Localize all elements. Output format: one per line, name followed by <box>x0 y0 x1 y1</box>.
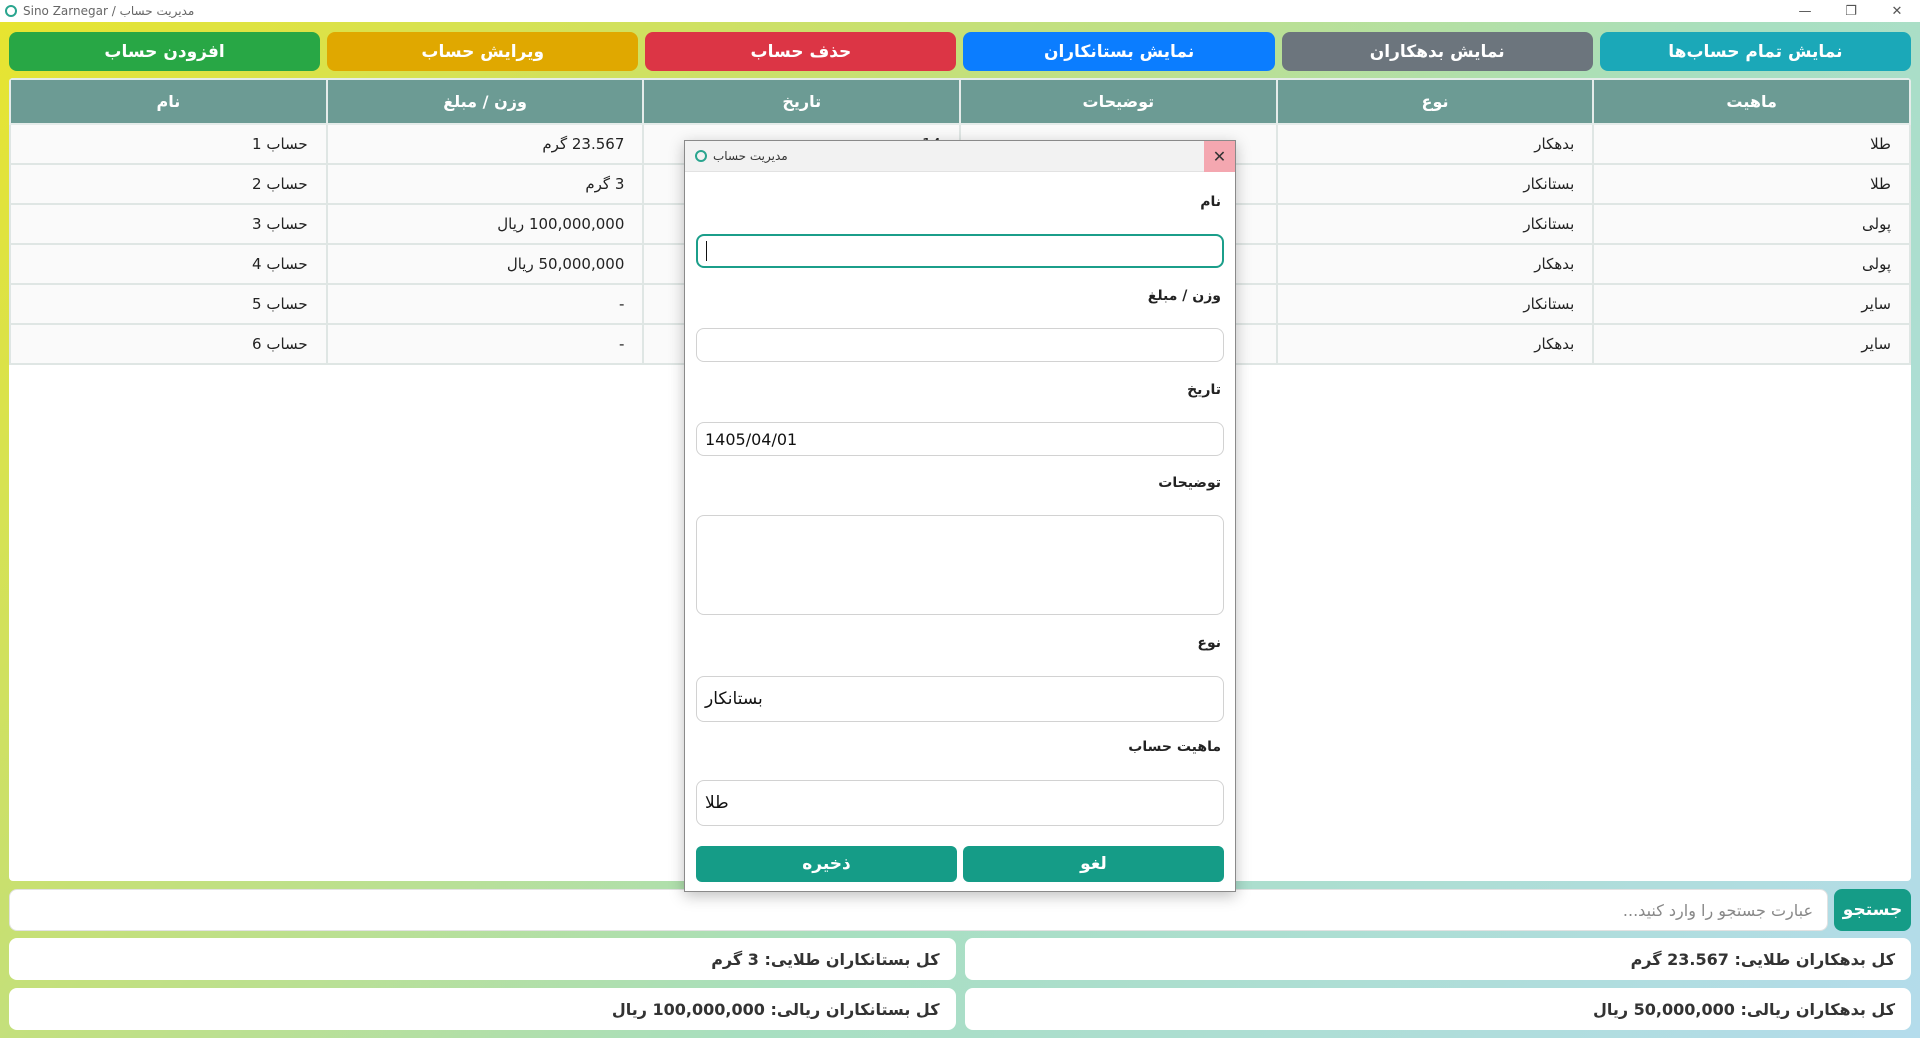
rial-creditors-total: کل بستانکاران ریالی: 100,000,000 ریال <box>9 988 956 1030</box>
nature-label: ماهیت حساب <box>1128 739 1221 755</box>
column-header-description[interactable]: توضیحات <box>959 78 1278 125</box>
search-button[interactable]: جستجو <box>1834 889 1911 931</box>
date-label: تاریخ <box>1187 382 1221 398</box>
cell-amount: 3 گرم <box>325 163 645 205</box>
summary-rial: کل بدهکاران ریالی: 50,000,000 ریال کل بس… <box>9 988 1911 1030</box>
window-controls: — ❐ ✕ <box>1782 0 1920 22</box>
cell-nature: پولی <box>1592 243 1911 285</box>
nature-value: طلا <box>705 793 729 813</box>
cell-nature: طلا <box>1592 123 1911 165</box>
show-all-accounts-button[interactable]: نمایش تمام حساب‌ها <box>1599 32 1911 71</box>
dialog-title: مدیریت حساب <box>713 149 788 163</box>
title-bar: Sino Zarnegar / مدیریت حساب — ❐ ✕ <box>0 0 1920 22</box>
toolbar: نمایش تمام حساب‌ها نمایش بدهکاران نمایش … <box>8 32 1911 71</box>
description-textarea[interactable] <box>696 515 1224 615</box>
cell-type: بدهکار <box>1275 323 1595 365</box>
show-debtors-button[interactable]: نمایش بدهکاران <box>1281 32 1593 71</box>
cell-amount: - <box>325 283 645 325</box>
cell-name: حساب 6 <box>9 323 328 365</box>
show-creditors-button[interactable]: نمایش بستانکاران <box>963 32 1275 71</box>
close-window-button[interactable]: ✕ <box>1874 0 1920 22</box>
delete-account-button[interactable]: حذف حساب <box>645 32 957 71</box>
edit-account-button[interactable]: ویرایش حساب <box>327 32 639 71</box>
save-button[interactable]: ذخیره <box>696 846 957 882</box>
cancel-button[interactable]: لغو <box>963 846 1224 882</box>
date-value: 1405/04/01 <box>705 429 798 449</box>
date-input[interactable]: 1405/04/01 <box>696 422 1224 456</box>
dialog-title-bar: مدیریت حساب ✕ <box>685 141 1235 172</box>
column-header-nature[interactable]: ماهیت <box>1592 78 1911 125</box>
cell-name: حساب 4 <box>9 243 328 285</box>
cell-nature: پولی <box>1592 203 1911 245</box>
cell-type: بستانکار <box>1275 283 1595 325</box>
amount-input[interactable] <box>696 328 1224 362</box>
nature-select[interactable]: طلا <box>696 780 1224 826</box>
gold-creditors-total: کل بستانکاران طلایی: 3 گرم <box>9 938 956 980</box>
cell-amount: 100,000,000 ریال <box>325 203 645 245</box>
dialog-body: نام وزن / مبلغ تاریخ 1405/04/01 توضیحات … <box>685 172 1235 892</box>
gold-debtors-total: کل بدهکاران طلایی: 23.567 گرم <box>964 938 1911 980</box>
type-select[interactable]: بستانکار <box>696 676 1224 722</box>
summary-gold: کل بدهکاران طلایی: 23.567 گرم کل بستانکا… <box>9 938 1911 980</box>
restore-button[interactable]: ❐ <box>1828 0 1874 22</box>
type-value: بستانکار <box>705 689 763 709</box>
add-account-button[interactable]: افزودن حساب <box>8 32 321 71</box>
cell-name: حساب 2 <box>9 163 328 205</box>
rial-debtors-total: کل بدهکاران ریالی: 50,000,000 ریال <box>964 988 1911 1030</box>
cell-nature: سایر <box>1592 323 1911 365</box>
cell-name: حساب 1 <box>9 123 328 165</box>
column-header-name[interactable]: نام <box>9 78 328 125</box>
column-header-type[interactable]: نوع <box>1275 78 1595 125</box>
window-title: Sino Zarnegar / مدیریت حساب <box>23 4 195 18</box>
cell-amount: 23.567 گرم <box>325 123 645 165</box>
cell-type: بستانکار <box>1275 163 1595 205</box>
account-dialog: مدیریت حساب ✕ نام وزن / مبلغ تاریخ 1405/… <box>684 140 1236 892</box>
cell-nature: طلا <box>1592 163 1911 205</box>
cell-nature: سایر <box>1592 283 1911 325</box>
cell-name: حساب 5 <box>9 283 328 325</box>
dialog-app-icon <box>695 150 707 162</box>
type-label: نوع <box>1197 635 1221 651</box>
cell-name: حساب 3 <box>9 203 328 245</box>
description-label: توضیحات <box>1158 475 1221 491</box>
app-icon <box>5 5 17 17</box>
dialog-close-button[interactable]: ✕ <box>1204 141 1235 172</box>
column-header-date[interactable]: تاریخ <box>642 78 962 125</box>
table-header-row: ماهیت نوع توضیحات تاریخ وزن / مبلغ نام <box>9 78 1911 125</box>
name-input[interactable] <box>696 234 1224 268</box>
cell-type: بدهکار <box>1275 123 1595 165</box>
search-row: جستجو عبارت جستجو را وارد کنید... <box>9 889 1911 931</box>
column-header-amount[interactable]: وزن / مبلغ <box>325 78 645 125</box>
name-label: نام <box>1200 194 1221 210</box>
amount-label: وزن / مبلغ <box>1147 288 1221 304</box>
cell-type: بستانکار <box>1275 203 1595 245</box>
cell-type: بدهکار <box>1275 243 1595 285</box>
search-input[interactable]: عبارت جستجو را وارد کنید... <box>9 889 1828 931</box>
text-caret <box>706 241 707 261</box>
minimize-button[interactable]: — <box>1782 0 1828 22</box>
cell-amount: 50,000,000 ریال <box>325 243 645 285</box>
cell-amount: - <box>325 323 645 365</box>
